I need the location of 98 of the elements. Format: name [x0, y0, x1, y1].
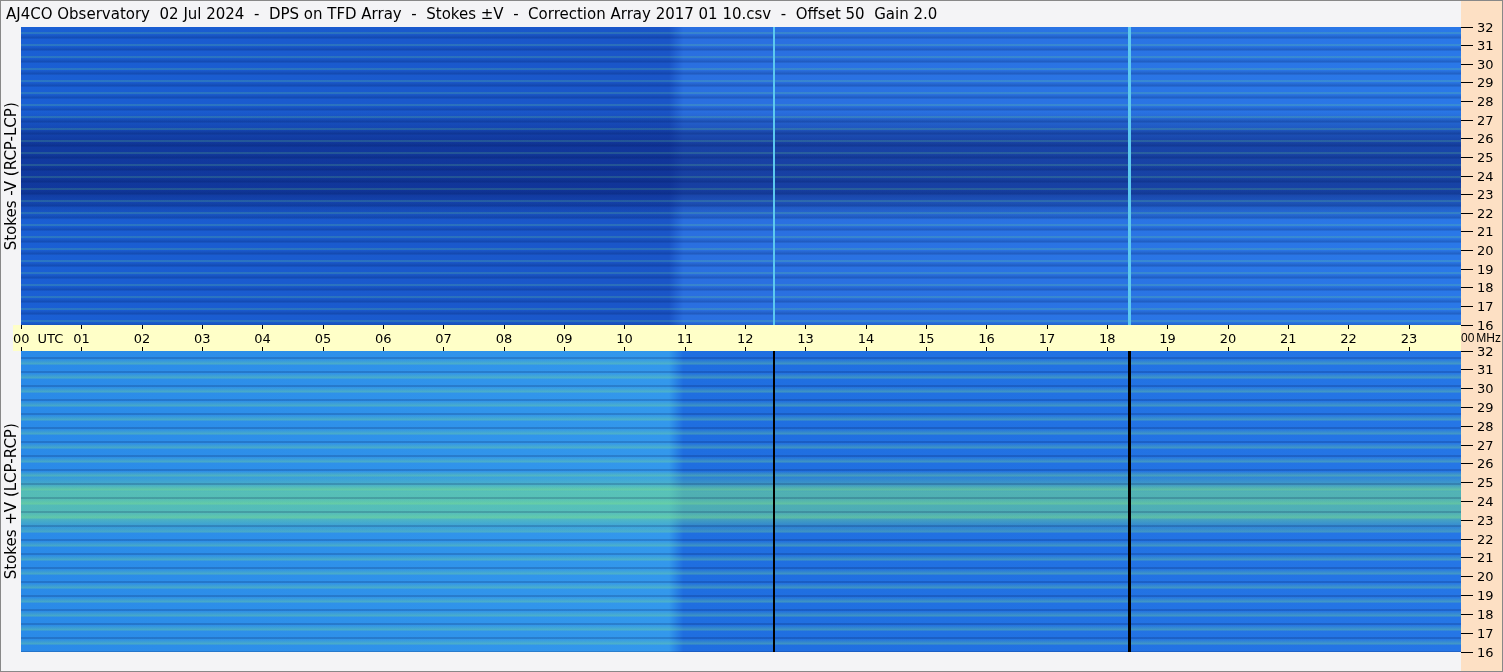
- hour-label: 23: [1400, 331, 1418, 345]
- tick-mark: [1461, 212, 1473, 214]
- hour-label: 19: [1159, 331, 1176, 345]
- hour-label: 13: [797, 331, 814, 345]
- tick-mark: [1461, 231, 1473, 233]
- unit-label: MHz: [1476, 332, 1502, 344]
- hour-label: 02: [133, 331, 151, 345]
- tick-mark: [1461, 557, 1473, 559]
- tick-mark: [1461, 425, 1473, 427]
- frequency-label: 32: [1477, 344, 1494, 358]
- tick-mark: [1461, 45, 1473, 47]
- tick-mark: [1461, 268, 1473, 270]
- chart-title: AJ4CO Observatory 02 Jul 2024 - DPS on TFD Array - Stokes ±V - Correction Array 2017 01 10.csv - Offset 50 Gain 2.0: [6, 3, 938, 25]
- tick-mark: [1461, 324, 1473, 326]
- hour-label: 15: [918, 331, 935, 345]
- hour-label: 04: [254, 331, 271, 345]
- frequency-label: 30: [1477, 382, 1494, 396]
- frequency-label: 23: [1477, 188, 1494, 202]
- frequency-label: 18: [1477, 281, 1494, 295]
- frequency-label: 16: [1477, 318, 1494, 332]
- frequency-label: 20: [1477, 244, 1494, 257]
- hour-label: 09: [556, 331, 573, 345]
- frequency-label: 26: [1477, 457, 1494, 471]
- tick-mark: [1461, 26, 1473, 28]
- frequency-label: 31: [1477, 39, 1494, 53]
- tick-mark: [1461, 369, 1473, 371]
- frequency-label: 21: [1477, 225, 1494, 239]
- tick-mark: [1461, 388, 1473, 390]
- hour-label: 12: [737, 331, 754, 345]
- tick-mark: [1461, 576, 1473, 578]
- frequency-label: 27: [1477, 113, 1494, 127]
- tick-mark: [1461, 632, 1473, 634]
- frequency-label: 29: [1477, 400, 1494, 414]
- tick-mark: [1461, 119, 1473, 121]
- frequency-label: 28: [1477, 95, 1494, 108]
- tick-mark: [1461, 305, 1473, 307]
- frequency-label: 18: [1477, 607, 1494, 621]
- axis-label: Stokes -V (RCP-LCP): [1, 102, 21, 250]
- tick-mark: [1461, 250, 1473, 251]
- tick-mark: [1461, 63, 1473, 65]
- tick-mark: [1461, 406, 1473, 408]
- tick-mark: [1461, 444, 1473, 446]
- tick-mark: [1461, 101, 1473, 102]
- tick-mark: [1461, 482, 1473, 484]
- frequency-label: 25: [1477, 476, 1494, 490]
- frequency-label: 26: [1477, 132, 1494, 146]
- frequency-label: 22: [1477, 206, 1494, 220]
- hour-label: 10: [616, 331, 633, 345]
- hour-label: 14: [857, 331, 875, 345]
- tick-mark: [1461, 538, 1473, 540]
- frequency-label: 23: [1477, 513, 1494, 527]
- frequency-label: 24: [1477, 169, 1494, 183]
- tick-mark: [1461, 463, 1473, 465]
- hour-label: 17: [1038, 331, 1056, 345]
- frequency-label: 16: [1477, 645, 1494, 659]
- tick-mark: [1461, 651, 1473, 653]
- frequency-label: 19: [1477, 262, 1494, 276]
- hour-label: 18: [1099, 331, 1116, 345]
- frequency-label: 25: [1477, 150, 1494, 164]
- hour-label: 05: [314, 331, 332, 345]
- tick-mark: [1461, 613, 1473, 615]
- hour-label: 00: [1461, 332, 1475, 344]
- hour-label: 11: [676, 331, 694, 345]
- frequency-label: 30: [1477, 57, 1494, 71]
- frequency-label: 27: [1477, 438, 1494, 452]
- axis-label: Stokes +V (LCP-RCP): [1, 423, 21, 580]
- frequency-label: 29: [1477, 76, 1494, 90]
- hour-label: 01: [73, 331, 90, 345]
- tick-mark: [1461, 595, 1473, 597]
- hour-label: 21: [1280, 331, 1297, 345]
- tick-mark: [1461, 156, 1473, 158]
- hour-label: 03: [194, 331, 211, 345]
- frequency-label: 17: [1477, 299, 1494, 313]
- hour-label: 20: [1219, 331, 1237, 345]
- frequency-label: 31: [1477, 363, 1494, 377]
- frequency-label: 22: [1477, 532, 1494, 546]
- frequency-label: 19: [1477, 589, 1494, 603]
- hour-label: 07: [435, 331, 452, 345]
- hour-label: 22: [1340, 331, 1357, 345]
- frequency-label: 21: [1477, 551, 1494, 565]
- tick-mark: [1461, 194, 1473, 196]
- unit-label: UTC: [37, 331, 64, 345]
- frequency-label: 24: [1477, 495, 1494, 508]
- frequency-label: 20: [1477, 570, 1494, 584]
- frequency-label: 28: [1477, 419, 1494, 433]
- hour-label: 00: [13, 331, 30, 345]
- tick-mark: [1461, 175, 1473, 177]
- tick-mark: [1461, 138, 1473, 140]
- hour-label: 06: [375, 331, 392, 345]
- tick-mark: [1461, 519, 1473, 521]
- tick-mark: [1461, 350, 1473, 352]
- frequency-label: 17: [1477, 626, 1494, 640]
- tick-mark: [1461, 501, 1473, 502]
- frequency-label: 32: [1477, 20, 1494, 34]
- tick-mark: [1461, 287, 1473, 289]
- tick-mark: [1461, 82, 1473, 84]
- hour-label: 16: [978, 331, 995, 345]
- hour-label: 08: [495, 331, 513, 345]
